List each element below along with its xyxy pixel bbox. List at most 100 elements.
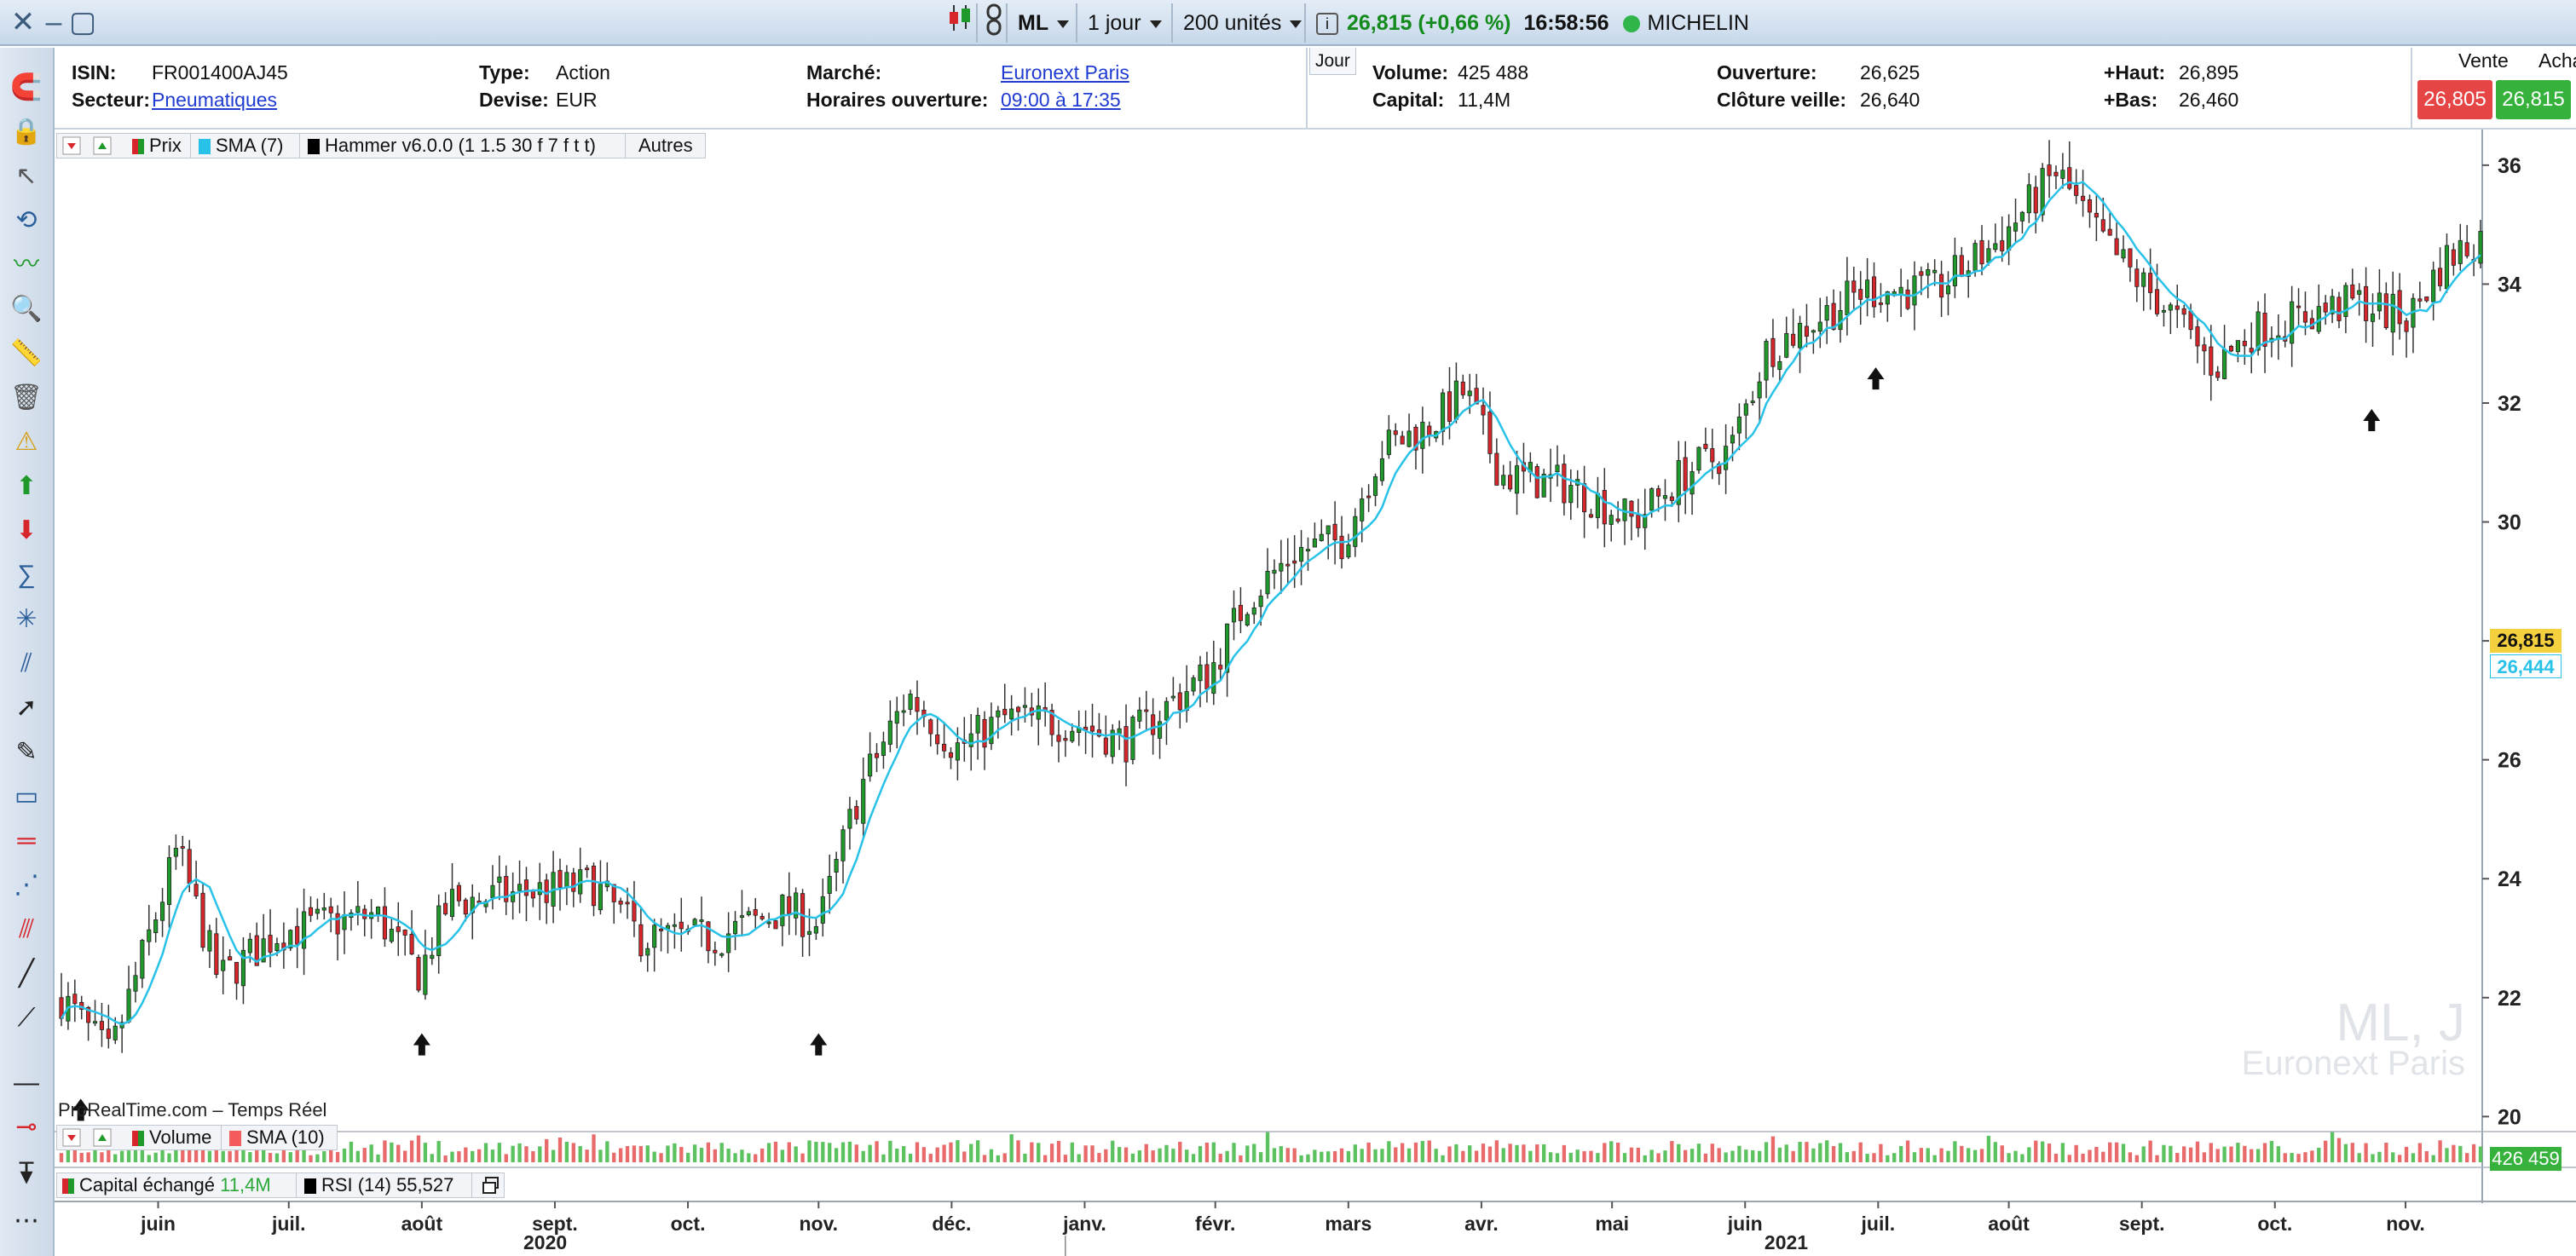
points-icon[interactable]: ⋰	[7, 866, 46, 905]
close-icon[interactable]: ✕	[7, 5, 39, 39]
volume-bar	[2478, 1146, 2483, 1162]
legend-volume[interactable]: Volume	[127, 1126, 211, 1149]
candle-body	[2464, 242, 2469, 256]
timeframe-selector[interactable]: 1 jour	[1076, 3, 1172, 43]
candle-type-icon[interactable]	[942, 3, 978, 43]
volume-bar	[59, 1153, 64, 1162]
info-icon[interactable]: i	[1316, 13, 1338, 36]
volume-bar	[403, 1150, 407, 1162]
x-tick-label: mai	[1595, 1213, 1629, 1235]
candle-body	[1972, 243, 1978, 271]
symbol-selector[interactable]: ML	[1006, 3, 1079, 43]
volume-bar	[1912, 1152, 1917, 1162]
candle-body	[2141, 272, 2146, 287]
window-restore-icon[interactable]	[477, 1173, 500, 1197]
arrow-line-icon[interactable]: ➚	[7, 688, 46, 728]
candle-body	[1481, 405, 1486, 416]
candle-body	[2047, 164, 2052, 176]
zoom-icon[interactable]: 🔍	[7, 290, 46, 329]
volume-bar	[93, 1149, 97, 1162]
link-icon[interactable]	[976, 3, 1010, 43]
volume-bar	[787, 1142, 791, 1162]
horizontal-channel-icon[interactable]: ═	[7, 821, 46, 861]
parallel-channel-icon[interactable]: ⫻	[7, 910, 46, 949]
volume-bar	[1872, 1153, 1876, 1162]
legend-autres[interactable]: Autres	[633, 134, 693, 158]
candle-body	[1400, 435, 1405, 445]
horizontal-line-icon[interactable]: —	[7, 1063, 46, 1103]
candle-body	[1636, 515, 1641, 528]
collapse-icon[interactable]	[57, 1126, 83, 1149]
x-tick-label: janv.	[1062, 1213, 1106, 1235]
lock-icon[interactable]: 🔒	[7, 112, 46, 152]
chart-area[interactable]: 363432302826242220juinjuil.aoûtsept.oct.…	[55, 130, 2576, 1256]
volume-bar	[1198, 1145, 1203, 1162]
units-selector[interactable]: 200 unités	[1171, 3, 1312, 43]
fib-fan-icon[interactable]: ⫽	[7, 644, 46, 683]
expand-icon[interactable]	[88, 134, 113, 158]
half-line-icon[interactable]: ⊸	[7, 1108, 46, 1147]
candle-body	[1441, 392, 1446, 432]
candle-body	[1299, 546, 1304, 562]
magnet-icon[interactable]: 🧲	[7, 68, 46, 107]
secteur-link[interactable]: Pneumatiques	[152, 89, 277, 112]
bas-label: +Bas:	[2104, 89, 2158, 111]
trash-icon[interactable]: 🗑	[7, 378, 46, 418]
volume-bar	[2445, 1148, 2449, 1162]
alert-icon[interactable]: ⚠	[7, 423, 46, 462]
volume-bar	[2034, 1140, 2038, 1162]
horaires-link[interactable]: 09:00 à 17:35	[1001, 89, 1121, 112]
x-tick-label: nov.	[2386, 1213, 2425, 1235]
candle-body	[1002, 708, 1008, 716]
marche-link[interactable]: Euronext Paris	[1001, 61, 1129, 84]
volume-bar	[1447, 1146, 1452, 1162]
collapse-icon[interactable]	[57, 134, 83, 158]
abc-pattern-icon[interactable]: ✳	[7, 600, 46, 639]
pencil-icon[interactable]: ✎	[7, 733, 46, 772]
rotate-icon[interactable]: ⟲	[7, 201, 46, 240]
line-icon[interactable]: ╱	[7, 954, 46, 994]
sell-button[interactable]: 26,805	[2417, 80, 2492, 119]
more-icon[interactable]: ▾	[7, 1157, 46, 1196]
volume-bar	[376, 1154, 380, 1162]
maximize-icon[interactable]: ▢	[66, 5, 99, 39]
legend-hammer[interactable]: Hammer v6.0.0 (1 1.5 30 f 7 f t t)	[303, 134, 596, 158]
rectangle-icon[interactable]: ▭	[7, 777, 46, 816]
candle-body	[2067, 167, 2072, 189]
legend-prix[interactable]: Prix	[127, 134, 182, 158]
tab-jour[interactable]: Jour	[1309, 48, 1356, 75]
candle-body	[126, 988, 131, 1023]
price-chart[interactable]: 363432302826242220juinjuil.aoûtsept.oct.…	[55, 130, 2576, 1256]
candle-body	[1764, 341, 1769, 381]
trend-icon[interactable]: 〰	[7, 245, 46, 285]
candle-body	[308, 907, 314, 916]
expand-icon[interactable]	[88, 1126, 113, 1149]
buy-arrow-icon[interactable]: ⬆	[7, 467, 46, 506]
x-tick-label: août	[1988, 1213, 2030, 1235]
cursor-icon[interactable]: ↖	[7, 157, 46, 196]
type-value: Action	[556, 61, 610, 84]
volume-bar	[2229, 1146, 2233, 1162]
candle-body	[1211, 662, 1216, 694]
legend-capital[interactable]: Capital échangé 11,4M	[57, 1173, 271, 1197]
cloture-value: 26,640	[1860, 89, 1920, 111]
candle-body	[2007, 226, 2012, 251]
segment-icon[interactable]: ⟋	[7, 999, 46, 1038]
legend-rsi[interactable]: RSI (14) 55,527	[299, 1173, 453, 1197]
sell-arrow-icon[interactable]: ⬇	[7, 511, 46, 550]
candle-body	[1123, 726, 1129, 763]
ruler-icon[interactable]: 📏	[7, 334, 46, 373]
options-icon[interactable]: ⋯	[7, 1201, 46, 1241]
candle-body	[1218, 665, 1223, 670]
candle-body	[228, 956, 233, 961]
volume-bar	[1218, 1154, 1222, 1162]
legend-vol-sma[interactable]: SMA (10)	[224, 1126, 325, 1149]
buy-button[interactable]: 26,815	[2496, 80, 2571, 119]
legend-sma[interactable]: SMA (7)	[193, 134, 283, 158]
volume-bar	[2411, 1153, 2416, 1162]
fibonacci-icon[interactable]: ∑	[7, 556, 46, 595]
minimize-icon[interactable]: –	[38, 5, 70, 39]
x-tick-label: mars	[1325, 1213, 1372, 1235]
candle-body	[908, 694, 913, 710]
y-tick-label: 24	[2498, 867, 2521, 891]
